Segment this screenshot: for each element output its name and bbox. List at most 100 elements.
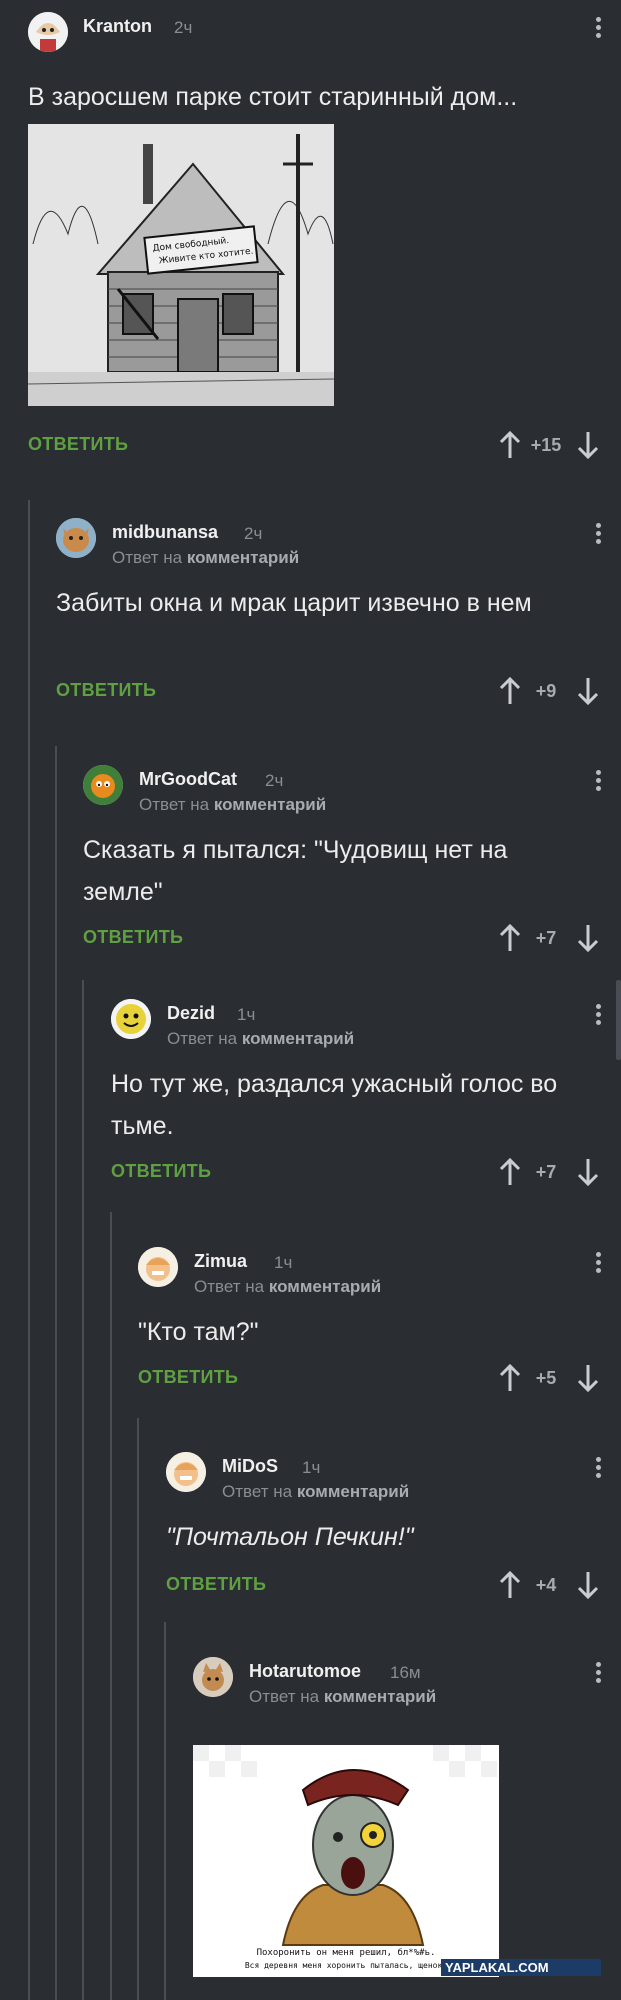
reply-to-prefix: Ответ на bbox=[112, 548, 183, 567]
comment-time: 1ч bbox=[302, 1458, 321, 1477]
author-name[interactable]: Kranton bbox=[83, 16, 152, 37]
reply-to-prefix: Ответ на bbox=[194, 1277, 265, 1296]
comment-score: +15 bbox=[530, 435, 562, 455]
comment-hotarutomoe: Hotarutomoe 16м Ответ на комментарий Пох… bbox=[193, 1657, 621, 2000]
reply-button[interactable]: ОТВЕТИТЬ bbox=[28, 434, 128, 455]
upvote-arrow-icon[interactable] bbox=[499, 430, 521, 460]
reply-button[interactable]: ОТВЕТИТЬ bbox=[166, 1574, 266, 1595]
svg-text:Похоронить он меня решил, бл*%: Похоронить он меня решил, бл*%#ь. bbox=[257, 1947, 436, 1958]
comment-text: Но тут же, раздался ужасный голос во тьм… bbox=[111, 1070, 558, 1140]
reply-to-link[interactable]: Ответ на комментарий bbox=[194, 1277, 381, 1297]
more-options-icon[interactable] bbox=[593, 14, 603, 44]
reply-to-link[interactable]: Ответ на комментарий bbox=[167, 1029, 354, 1049]
comment-time: 2ч bbox=[265, 771, 284, 790]
more-options-icon[interactable] bbox=[593, 1249, 603, 1279]
pechkin-image[interactable]: Похоронить он меня решил, бл*%#ь. Вся де… bbox=[193, 1745, 499, 1977]
thread-line-1 bbox=[28, 500, 30, 2000]
reply-button[interactable]: ОТВЕТИТЬ bbox=[83, 927, 183, 948]
comment-score: +7 bbox=[535, 1162, 557, 1182]
downvote-arrow-icon[interactable] bbox=[577, 430, 599, 460]
comment-actions: ОТВЕТИТЬ +5 bbox=[138, 1359, 621, 1399]
more-options-icon[interactable] bbox=[593, 767, 603, 797]
reply-to-target[interactable]: комментарий bbox=[187, 548, 299, 567]
avatar-character-icon bbox=[166, 1452, 206, 1492]
reply-to-target[interactable]: комментарий bbox=[269, 1277, 381, 1296]
comment-time: 16м bbox=[390, 1663, 421, 1682]
thread-line-3 bbox=[82, 980, 84, 2000]
reply-to-link[interactable]: Ответ на комментарий bbox=[139, 795, 326, 815]
scrollbar[interactable] bbox=[616, 980, 621, 1060]
reply-button[interactable]: ОТВЕТИТЬ bbox=[138, 1367, 238, 1388]
upvote-arrow-icon[interactable] bbox=[499, 1570, 521, 1600]
reply-button[interactable]: ОТВЕТИТЬ bbox=[56, 680, 156, 701]
comment-header: MiDoS 1ч Ответ на комментарий bbox=[166, 1452, 621, 1508]
reply-to-prefix: Ответ на bbox=[249, 1687, 320, 1706]
upvote-arrow-icon[interactable] bbox=[499, 1157, 521, 1187]
avatar[interactable] bbox=[83, 765, 123, 805]
reply-to-target[interactable]: комментарий bbox=[214, 795, 326, 814]
downvote-arrow-icon[interactable] bbox=[577, 1570, 599, 1600]
comment-zimua: Zimua 1ч Ответ на комментарий "Кто там?"… bbox=[138, 1247, 621, 1407]
comment-header: Zimua 1ч Ответ на комментарий bbox=[138, 1247, 621, 1303]
author-name[interactable]: midbunansa bbox=[112, 522, 218, 543]
comment-actions: ОТВЕТИТЬ +15 bbox=[28, 426, 621, 466]
reply-to-target[interactable]: комментарий bbox=[324, 1687, 436, 1706]
avatar[interactable] bbox=[138, 1247, 178, 1287]
reply-to-link[interactable]: Ответ на комментарий bbox=[112, 548, 299, 568]
author-name[interactable]: MrGoodCat bbox=[139, 769, 237, 790]
avatar-cat-icon bbox=[193, 1657, 233, 1697]
thread-line-5 bbox=[137, 1418, 139, 2000]
author-name[interactable]: Zimua bbox=[194, 1251, 247, 1272]
reply-to-prefix: Ответ на bbox=[139, 795, 210, 814]
reply-to-target[interactable]: комментарий bbox=[297, 1482, 409, 1501]
avatar[interactable] bbox=[193, 1657, 233, 1697]
comment-actions: ОТВЕТИТЬ +9 bbox=[56, 672, 621, 712]
author-name[interactable]: MiDoS bbox=[222, 1456, 278, 1477]
more-options-icon[interactable] bbox=[593, 1454, 603, 1484]
avatar-character-icon bbox=[138, 1247, 178, 1287]
comment-header: Hotarutomoe 16м Ответ на комментарий bbox=[193, 1657, 621, 1713]
comment-text: Сказать я пытался: "Чудовищ нет на земле… bbox=[83, 836, 508, 906]
avatar-fox-icon bbox=[56, 518, 96, 558]
reply-to-prefix: Ответ на bbox=[222, 1482, 293, 1501]
more-options-icon[interactable] bbox=[593, 1659, 603, 1689]
comment-header: Dezid 1ч Ответ на комментарий bbox=[111, 999, 621, 1055]
upvote-arrow-icon[interactable] bbox=[499, 1363, 521, 1393]
watermark: YAPLAKAL.COM bbox=[441, 1959, 601, 1976]
comment-header: Kranton 2ч bbox=[28, 12, 621, 68]
reply-to-target[interactable]: комментарий bbox=[242, 1029, 354, 1048]
upvote-arrow-icon[interactable] bbox=[499, 676, 521, 706]
comment-text: Забиты окна и мрак царит извечно в нем bbox=[56, 589, 532, 617]
downvote-arrow-icon[interactable] bbox=[577, 1157, 599, 1187]
author-name[interactable]: Hotarutomoe bbox=[249, 1661, 361, 1682]
thread-line-6 bbox=[164, 1622, 166, 2000]
reply-button[interactable]: ОТВЕТИТЬ bbox=[111, 1161, 211, 1182]
upvote-arrow-icon[interactable] bbox=[499, 923, 521, 953]
reply-to-link[interactable]: Ответ на комментарий bbox=[222, 1482, 409, 1502]
downvote-arrow-icon[interactable] bbox=[577, 676, 599, 706]
more-options-icon[interactable] bbox=[593, 1001, 603, 1031]
comment-actions: ОТВЕТИТЬ +7 bbox=[83, 919, 621, 959]
comment-header: midbunansa 2ч Ответ на комментарий bbox=[56, 518, 621, 574]
reply-to-link[interactable]: Ответ на комментарий bbox=[249, 1687, 436, 1707]
avatar[interactable] bbox=[56, 518, 96, 558]
reply-to-prefix: Ответ на bbox=[167, 1029, 238, 1048]
comment-score: +4 bbox=[535, 1575, 557, 1595]
author-name[interactable]: Dezid bbox=[167, 1003, 215, 1024]
comment-header: MrGoodCat 2ч Ответ на комментарий bbox=[83, 765, 621, 821]
avatar[interactable] bbox=[166, 1452, 206, 1492]
comment-dezid: Dezid 1ч Ответ на комментарий Но тут же,… bbox=[111, 999, 621, 1199]
avatar[interactable] bbox=[111, 999, 151, 1039]
comment-text: "Кто там?" bbox=[138, 1318, 259, 1346]
comment-time: 2ч bbox=[174, 18, 193, 37]
comment-time: 2ч bbox=[244, 524, 263, 543]
more-options-icon[interactable] bbox=[593, 520, 603, 550]
comment-actions: ОТВЕТИТЬ +4 bbox=[166, 1566, 621, 1606]
comment-actions: ОТВЕТИТЬ +7 bbox=[111, 1153, 621, 1193]
downvote-arrow-icon[interactable] bbox=[577, 1363, 599, 1393]
comment-kranton: Kranton 2ч В заросшем парке стоит старин… bbox=[28, 12, 621, 472]
house-sketch-image[interactable]: Дом свободный. Живите кто хотите. bbox=[28, 124, 334, 406]
downvote-arrow-icon[interactable] bbox=[577, 923, 599, 953]
avatar-garfield-icon bbox=[83, 765, 123, 805]
avatar[interactable] bbox=[28, 12, 68, 52]
